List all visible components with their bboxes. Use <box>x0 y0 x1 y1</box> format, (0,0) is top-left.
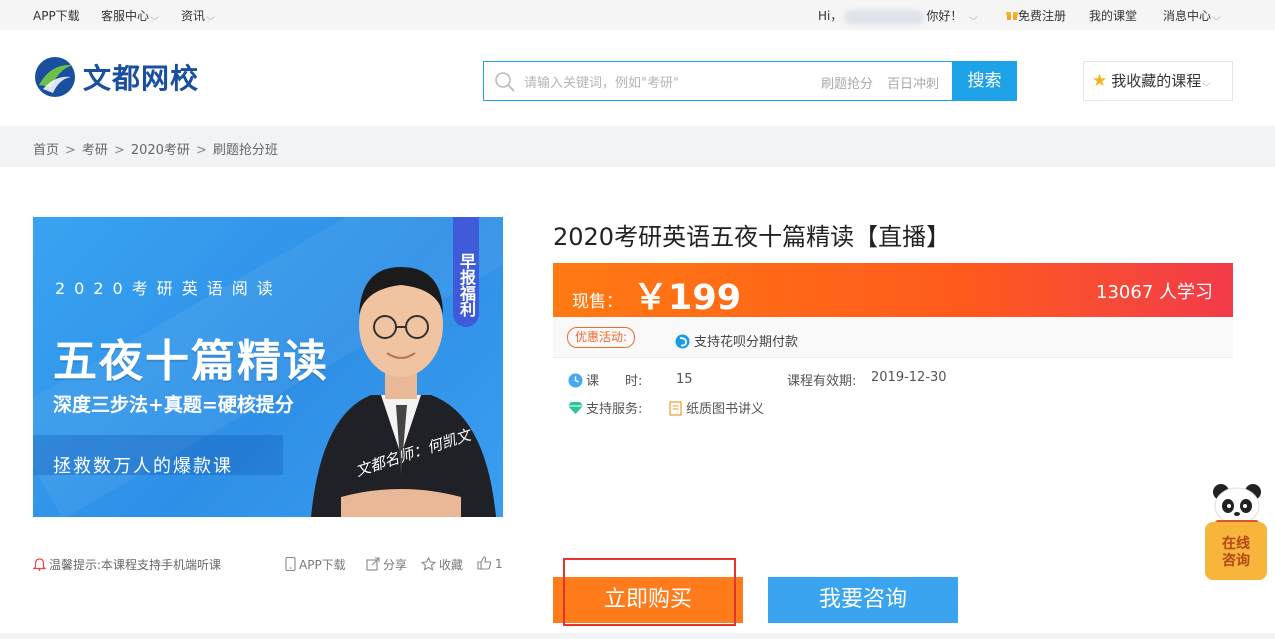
message-center-menu[interactable]: 消息中心⌵ <box>1163 7 1221 24</box>
bell-icon <box>33 558 46 571</box>
chevron-down-icon: ⌵ <box>1202 79 1212 89</box>
free-register-link[interactable]: 免费注册 <box>1006 7 1066 24</box>
banner-bottom-text: 拯救数万人的爆款课 <box>53 456 233 477</box>
buy-now-button[interactable]: 立即购买 <box>553 577 743 623</box>
learner-count: 13067 人学习 <box>1096 282 1213 303</box>
search-icon <box>495 72 515 92</box>
online-consult-label: 在线 咨询 <box>1205 522 1267 580</box>
promotion-row: 优惠活动: 支持花呗分期付款 <box>553 317 1233 358</box>
course-banner-image: 2020考研英语阅读 五夜十篇精读 深度三步法+真题=硬核提分 拯救数万人的爆款… <box>33 217 503 517</box>
favorites-dropdown[interactable]: ★ 我收藏的课程⌵ <box>1083 61 1233 101</box>
book-icon <box>669 401 682 416</box>
hot-word-link[interactable]: 百日冲刺 <box>887 73 939 92</box>
site-logo[interactable]: 文都网校 <box>33 54 199 100</box>
price-label: 现售： <box>572 292 623 312</box>
hot-word-link[interactable]: 刷题抢分 <box>821 73 873 92</box>
service-value: 纸质图书讲义 <box>669 398 764 417</box>
chevron-down-icon: ⌵ <box>1211 13 1221 23</box>
validity-value: 2019-12-30 <box>871 370 947 385</box>
chevron-down-icon: ⌵ <box>149 13 159 23</box>
course-hours: 课 时: <box>568 370 642 389</box>
consult-button[interactable]: 我要咨询 <box>768 577 958 623</box>
search-input[interactable]: 请输入关键词，例如"考研" <box>524 72 679 91</box>
share-button[interactable]: 分享 <box>366 556 407 573</box>
validity-label: 课程有效期: <box>787 374 857 389</box>
breadcrumb: 首页 > 考研 >2020考研 > 刷题抢分班 <box>33 143 278 158</box>
search-box: 请输入关键词，例如"考研" 刷题抢分 百日冲刺 搜索 <box>483 61 1017 101</box>
promo-tag: 优惠活动: <box>567 327 636 348</box>
breadcrumb-home[interactable]: 首页 <box>33 143 59 158</box>
blurred-username <box>844 9 925 24</box>
online-consult-widget[interactable]: 在线 咨询 <box>1203 482 1268 582</box>
promo-ribbon: 早报福利 <box>453 217 479 327</box>
breadcrumb-2020-kaoyan[interactable]: 2020考研 <box>131 143 190 158</box>
banner-title: 五夜十篇精读 <box>53 336 329 387</box>
service-label: 支持服务: <box>568 398 642 417</box>
app-download-link[interactable]: APP下载 <box>33 7 80 24</box>
site-header: 文都网校 请输入关键词，例如"考研" 刷题抢分 百日冲刺 搜索 ★ 我收藏的课程⌵ <box>0 30 1275 126</box>
wendu-logo-icon <box>35 57 75 97</box>
my-classroom-link[interactable]: 我的课堂 <box>1089 7 1137 24</box>
banner-subtitle: 深度三步法+真题=硬核提分 <box>53 394 294 416</box>
huabei-icon <box>675 334 690 349</box>
huabei-installment: 支持花呗分期付款 <box>675 331 798 350</box>
search-button[interactable]: 搜索 <box>952 61 1017 101</box>
course-price: ￥199 <box>633 278 742 318</box>
collect-button[interactable]: 收藏 <box>421 556 463 573</box>
price-bar: 现售： ￥199 13067 人学习 <box>553 263 1233 318</box>
like-button[interactable]: 1 <box>477 556 503 571</box>
diamond-icon <box>568 402 583 414</box>
star-icon: ★ <box>1092 71 1108 91</box>
banner-line1: 2020考研英语阅读 <box>55 279 282 298</box>
phone-icon <box>285 557 296 571</box>
news-menu[interactable]: 资讯⌵ <box>181 7 215 24</box>
chevron-down-icon: ⌵ <box>969 13 979 23</box>
breadcrumb-bar: 首页 > 考研 >2020考研 > 刷题抢分班 <box>0 126 1275 167</box>
thumbs-up-icon <box>477 556 492 570</box>
customer-service-menu[interactable]: 客服中心⌵ <box>101 7 159 24</box>
breadcrumb-kaoyan[interactable]: 考研 <box>82 143 108 158</box>
app-download-button[interactable]: APP下载 <box>285 556 346 573</box>
top-bar: APP下载 客服中心⌵ 资讯⌵ Hi， 你好！ ⌵ 免费注册 我的课堂 消息中心⌵ <box>0 0 1275 30</box>
user-greeting[interactable]: Hi， 你好！ ⌵ <box>818 7 979 24</box>
mobile-tip: 温馨提示:本课程支持手机端听课 <box>33 556 221 573</box>
share-icon <box>366 557 380 571</box>
clock-icon <box>568 373 583 388</box>
star-outline-icon <box>421 557 436 571</box>
gift-icon <box>1006 12 1018 20</box>
course-title: 2020考研英语五夜十篇精读【直播】 <box>553 223 951 251</box>
breadcrumb-current[interactable]: 刷题抢分班 <box>213 143 278 158</box>
course-hours-value: 15 <box>676 372 693 387</box>
chevron-down-icon: ⌵ <box>205 13 215 23</box>
